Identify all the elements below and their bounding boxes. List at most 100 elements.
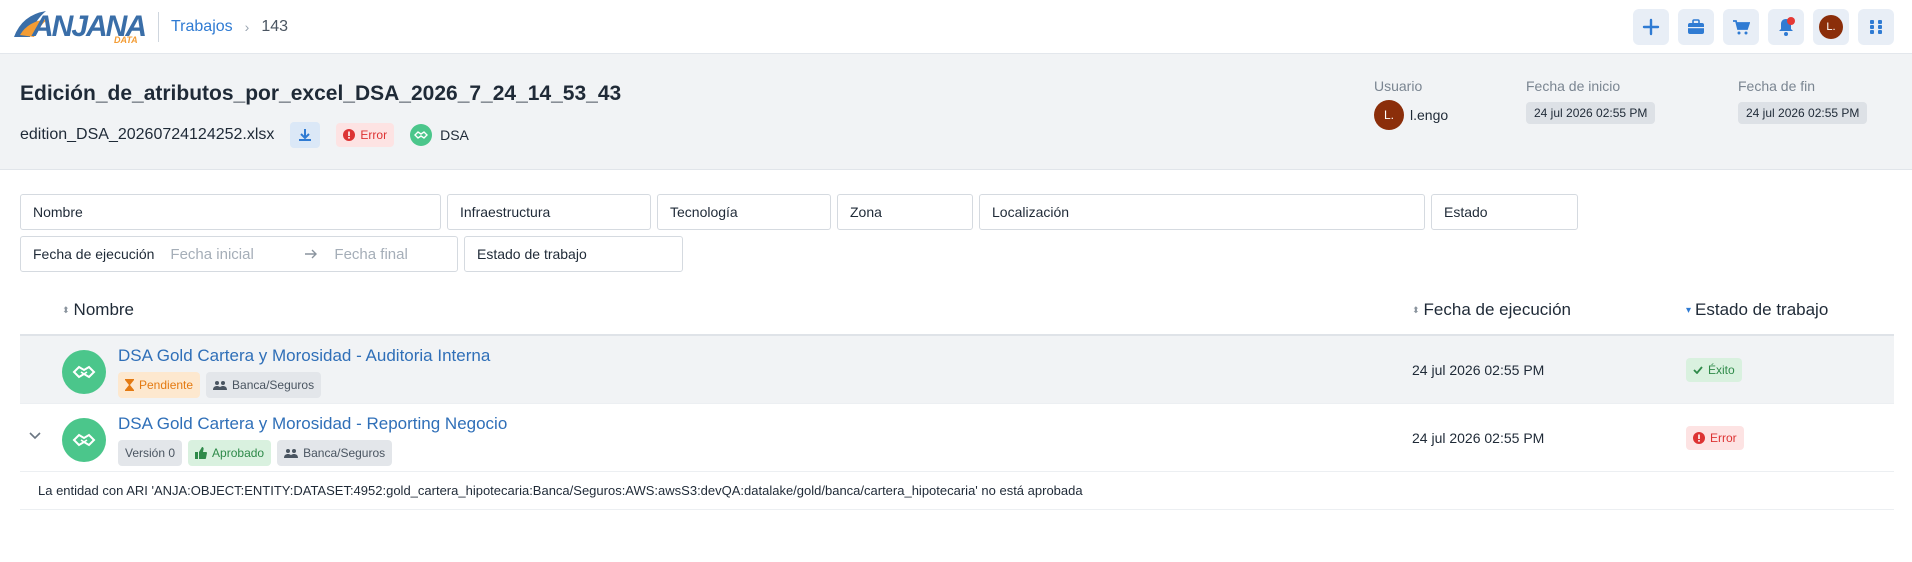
meta-start: Fecha de inicio 24 jul 2026 02:55 PM [1526,78,1656,124]
meta-end-label: Fecha de fin [1738,78,1816,94]
hourglass-icon [125,379,134,391]
filter-row-2: Fecha de ejecución Fecha inicial Fecha f… [20,236,1890,272]
breadcrumb-current: 143 [261,17,289,35]
users-icon [284,449,299,458]
filters: Nombre Infraestructura Tecnología Zona L… [20,194,1890,278]
divider [158,11,159,42]
download-icon [299,129,312,141]
handshake-icon [62,350,106,394]
error-message: La entidad con ARI 'ANJA:OBJECT:ENTITY:D… [20,472,1894,510]
user-menu-button[interactable]: L. [1813,8,1849,45]
breadcrumb-trabajos-link[interactable]: Trabajos [171,18,233,36]
breadcrumb-separator-icon: › [244,18,250,35]
end-date-chip: 24 jul 2026 02:55 PM [1738,102,1868,124]
column-estado-label: Estado de trabajo [1695,300,1829,319]
job-header: Edición_de_atributos_por_excel_DSA_2026_… [0,54,1912,170]
filter-fecha-label: Fecha de ejecución [33,246,155,262]
sort-icon: ⬍ [1412,304,1420,315]
table-header: ⬍ Nombre ⬍ Fecha de ejecución ▾ Estado d… [20,286,1894,336]
meta-start-label: Fecha de inicio [1526,78,1621,94]
filter-estado-trabajo[interactable]: Estado de trabajo [464,236,683,272]
users-icon [213,381,228,390]
group-tag-label: Banca/Seguros [232,378,315,392]
column-estado[interactable]: ▾ Estado de trabajo [1686,300,1828,320]
handshake-icon [62,418,106,462]
start-date-chip: 24 jul 2026 02:55 PM [1526,102,1656,124]
app-logo[interactable]: ANJANA DATA [12,5,147,49]
grid-icon [1870,19,1882,34]
cart-icon [1733,19,1750,34]
notification-dot [1787,16,1795,25]
meta-user-value: L. l.engo [1374,100,1448,130]
error-icon [1693,432,1705,444]
fecha-inicial-input[interactable]: Fecha inicial [170,246,288,263]
meta-end: Fecha de fin 24 jul 2026 02:55 PM [1738,78,1868,124]
status-badge: Éxito [1686,358,1742,382]
briefcase-icon [1688,18,1704,34]
status-badge: Error [336,123,395,147]
pending-tag-label: Pendiente [139,378,194,392]
notifications-button[interactable] [1768,8,1804,45]
status-badge-label: Error [360,128,388,142]
column-nombre-label: Nombre [73,300,135,319]
plus-icon [1642,18,1660,35]
avatar: L. [1819,14,1843,39]
row-tags: Pendiente Banca/Seguros [118,372,322,398]
logo-sub: DATA [114,34,138,45]
filter-nombre[interactable]: Nombre [20,194,441,230]
download-button[interactable] [290,122,321,148]
row-tags: Versión 0 Aprobado Banca/Seguros [118,440,393,466]
dsa-text: DSA [440,127,469,143]
column-fecha-label: Fecha de ejecución [1423,300,1571,319]
meta-user: Usuario L. l.engo [1374,78,1448,130]
file-row: edition_DSA_20260724124252.xlsx Error DS… [20,122,469,148]
jobs-table: ⬍ Nombre ⬍ Fecha de ejecución ▾ Estado d… [20,286,1894,510]
table-row[interactable]: DSA Gold Cartera y Morosidad - Auditoria… [20,336,1894,404]
column-fecha[interactable]: ⬍ Fecha de ejecución [1412,300,1571,320]
row-name-link[interactable]: DSA Gold Cartera y Morosidad - Reporting… [118,414,507,434]
row-date: 24 jul 2026 02:55 PM [1412,362,1545,378]
dsa-label: DSA [410,124,469,146]
filter-localizacion[interactable]: Localización [979,194,1425,230]
file-name: edition_DSA_20260724124252.xlsx [20,126,275,143]
avatar: L. [1374,100,1404,130]
error-icon [343,129,356,141]
filter-fecha-ejecucion[interactable]: Fecha de ejecución Fecha inicial Fecha f… [20,236,458,272]
apps-button[interactable] [1858,8,1894,45]
breadcrumb: Trabajos › 143 [171,18,288,36]
filter-tecnologia[interactable]: Tecnología [657,194,831,230]
row-date: 24 jul 2026 02:55 PM [1412,430,1545,446]
status-badge-label: Éxito [1708,363,1735,377]
top-bar: ANJANA DATA Trabajos › 143 L. [0,0,1912,54]
add-button[interactable] [1633,8,1669,45]
filter-estado[interactable]: Estado [1431,194,1578,230]
filter-row-1: Nombre Infraestructura Tecnología Zona L… [20,194,1890,230]
row-name-link[interactable]: DSA Gold Cartera y Morosidad - Auditoria… [118,346,490,366]
table-row[interactable]: DSA Gold Cartera y Morosidad - Reporting… [20,404,1894,472]
arrow-right-icon [305,249,318,259]
page-title: Edición_de_atributos_por_excel_DSA_2026_… [20,82,622,105]
chevron-down-icon[interactable] [28,428,42,444]
approved-tag: Aprobado [188,440,272,466]
status-badge-label: Error [1710,431,1737,445]
filter-infraestructura[interactable]: Infraestructura [447,194,651,230]
approved-tag-label: Aprobado [212,446,265,460]
meta-user-label: Usuario [1374,78,1423,94]
status-badge: Error [1686,426,1744,450]
pending-tag: Pendiente [118,372,201,398]
sort-icon: ⬍ [62,304,70,315]
group-tag: Banca/Seguros [277,440,393,466]
group-tag: Banca/Seguros [206,372,322,398]
briefcase-button[interactable] [1678,8,1714,45]
fecha-final-input[interactable]: Fecha final [334,246,407,263]
cart-button[interactable] [1723,8,1759,45]
check-icon [1693,366,1703,374]
thumbs-up-icon [195,447,208,459]
filter-zona[interactable]: Zona [837,194,973,230]
user-name[interactable]: l.engo [1410,107,1448,123]
column-nombre[interactable]: ⬍ Nombre [62,300,134,320]
top-actions: L. [1633,8,1894,45]
group-tag-label: Banca/Seguros [303,446,386,460]
version-tag: Versión 0 [118,440,183,466]
sort-desc-icon: ▾ [1686,304,1692,316]
